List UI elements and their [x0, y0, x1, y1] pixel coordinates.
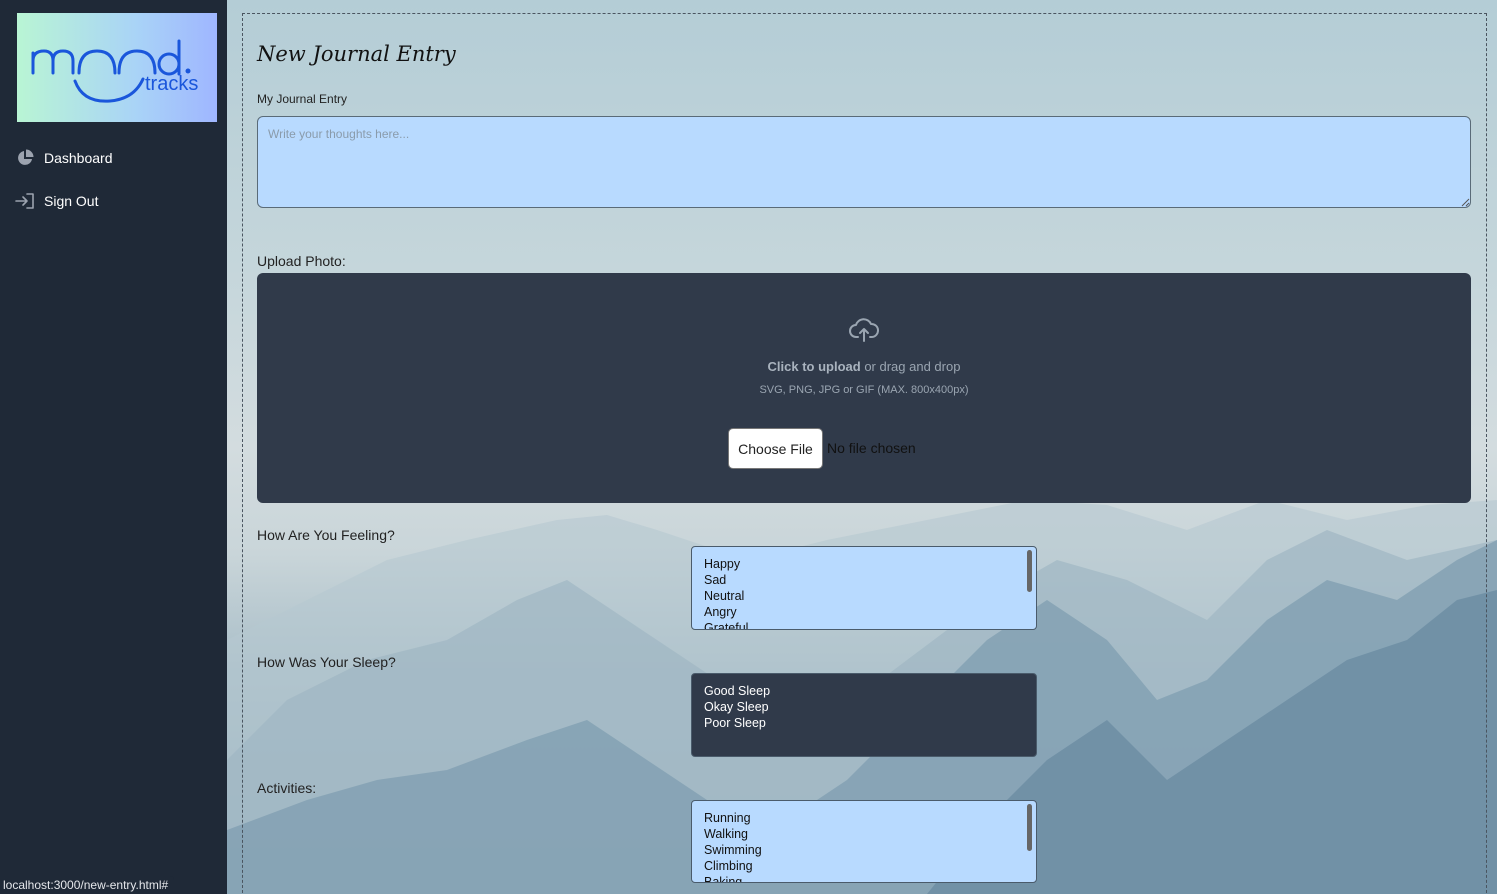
- feeling-option[interactable]: Happy: [704, 556, 1024, 572]
- journal-label: My Journal Entry: [257, 92, 348, 106]
- activities-select[interactable]: Running Walking Swimming Climbing Baking: [691, 800, 1037, 883]
- sleep-option[interactable]: Okay Sleep: [704, 699, 1024, 715]
- feeling-select[interactable]: Happy Sad Neutral Angry Grateful: [691, 546, 1037, 630]
- feeling-label: How Are You Feeling?: [257, 527, 395, 543]
- pie-chart-icon: [15, 148, 35, 168]
- resize-grip-icon[interactable]: [1458, 195, 1470, 207]
- mood-tracks-logo[interactable]: tracks: [17, 13, 217, 122]
- journal-textarea[interactable]: [257, 116, 1471, 208]
- sidebar: tracks Dashboard Sign Out: [0, 0, 227, 894]
- main-content: New Journal Entry My Journal Entry Uploa…: [227, 0, 1497, 894]
- activity-option[interactable]: Baking: [704, 874, 1024, 882]
- feeling-option[interactable]: Angry: [704, 604, 1024, 620]
- page-title: New Journal Entry: [257, 42, 456, 66]
- upload-formats: SVG, PNG, JPG or GIF (MAX. 800x400px): [759, 384, 969, 396]
- feeling-option[interactable]: Grateful: [704, 620, 1024, 629]
- upload-label: Upload Photo:: [257, 253, 346, 269]
- drag-drop-text: or drag and drop: [860, 359, 961, 374]
- file-status: No file chosen: [827, 440, 916, 456]
- sleep-label: How Was Your Sleep?: [257, 654, 396, 670]
- feeling-scrollbar[interactable]: [1027, 550, 1032, 592]
- choose-file-button[interactable]: Choose File: [728, 428, 823, 469]
- sleep-option[interactable]: Good Sleep: [704, 683, 1024, 699]
- activity-option[interactable]: Swimming: [704, 842, 1024, 858]
- sleep-option[interactable]: Poor Sleep: [704, 715, 1024, 731]
- sidebar-item-label: Dashboard: [44, 150, 113, 166]
- browser-status-url: localhost:3000/new-entry.html#: [0, 876, 175, 894]
- upload-dropzone[interactable]: Click to upload or drag and drop SVG, PN…: [257, 273, 1471, 503]
- activity-option[interactable]: Climbing: [704, 858, 1024, 874]
- sidebar-item-label: Sign Out: [44, 193, 99, 209]
- activities-label: Activities:: [257, 780, 317, 796]
- activity-option[interactable]: Walking: [704, 826, 1024, 842]
- sidebar-item-sign-out[interactable]: Sign Out: [15, 189, 98, 213]
- click-to-upload-text[interactable]: Click to upload: [768, 359, 861, 374]
- feeling-option[interactable]: Sad: [704, 572, 1024, 588]
- sign-out-icon: [15, 191, 35, 211]
- cloud-upload-icon: [849, 318, 879, 342]
- upload-instructions: Click to upload or drag and drop: [257, 359, 1471, 374]
- activity-option[interactable]: Running: [704, 810, 1024, 826]
- logo-graphic: [31, 39, 191, 103]
- sidebar-item-dashboard[interactable]: Dashboard: [15, 146, 113, 170]
- activities-scrollbar[interactable]: [1027, 804, 1032, 851]
- feeling-option[interactable]: Neutral: [704, 588, 1024, 604]
- sleep-select[interactable]: Good Sleep Okay Sleep Poor Sleep: [691, 673, 1037, 757]
- logo-text-sub: tracks: [145, 73, 199, 95]
